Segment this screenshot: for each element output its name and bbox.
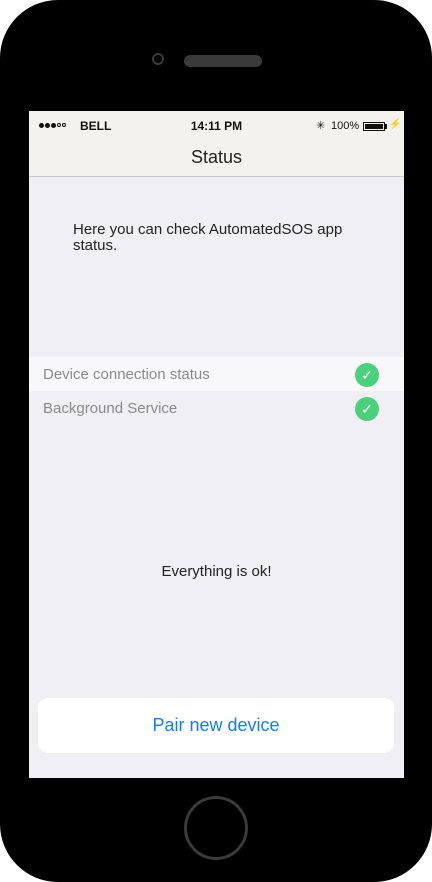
phone-frame: BELL 14:11 PM ✳ 100% ⚡ Status Here you c… [0, 0, 432, 882]
camera-icon [152, 53, 164, 65]
battery-icon [363, 122, 385, 131]
battery-tip [385, 124, 387, 129]
app-screen: BELL 14:11 PM ✳ 100% ⚡ Status Here you c… [29, 111, 404, 778]
home-button[interactable] [184, 796, 248, 860]
status-row-device-connection: Device connection status ✓ [29, 357, 404, 391]
page-title: Status [190, 147, 243, 167]
navigation-bar: Status [29, 141, 404, 177]
status-label: Device connection status [43, 366, 210, 383]
status-row-background-service: Background Service ✓ [29, 391, 404, 425]
intro-text: Here you can check AutomatedSOS app stat… [73, 221, 343, 254]
pair-new-device-button[interactable]: Pair new device [38, 698, 394, 753]
battery-percent: 100% [331, 120, 360, 132]
checkmark-icon: ✓ [355, 397, 379, 421]
checkmark-icon: ✓ [355, 363, 379, 387]
bluetooth-icon: ✳ [316, 120, 326, 132]
charging-icon: ⚡ [389, 119, 402, 130]
status-label: Background Service [43, 400, 178, 417]
speaker-grille [184, 55, 262, 67]
summary-text: Everything is ok! [161, 563, 272, 580]
status-bar: BELL 14:11 PM ✳ 100% ⚡ [29, 111, 404, 141]
